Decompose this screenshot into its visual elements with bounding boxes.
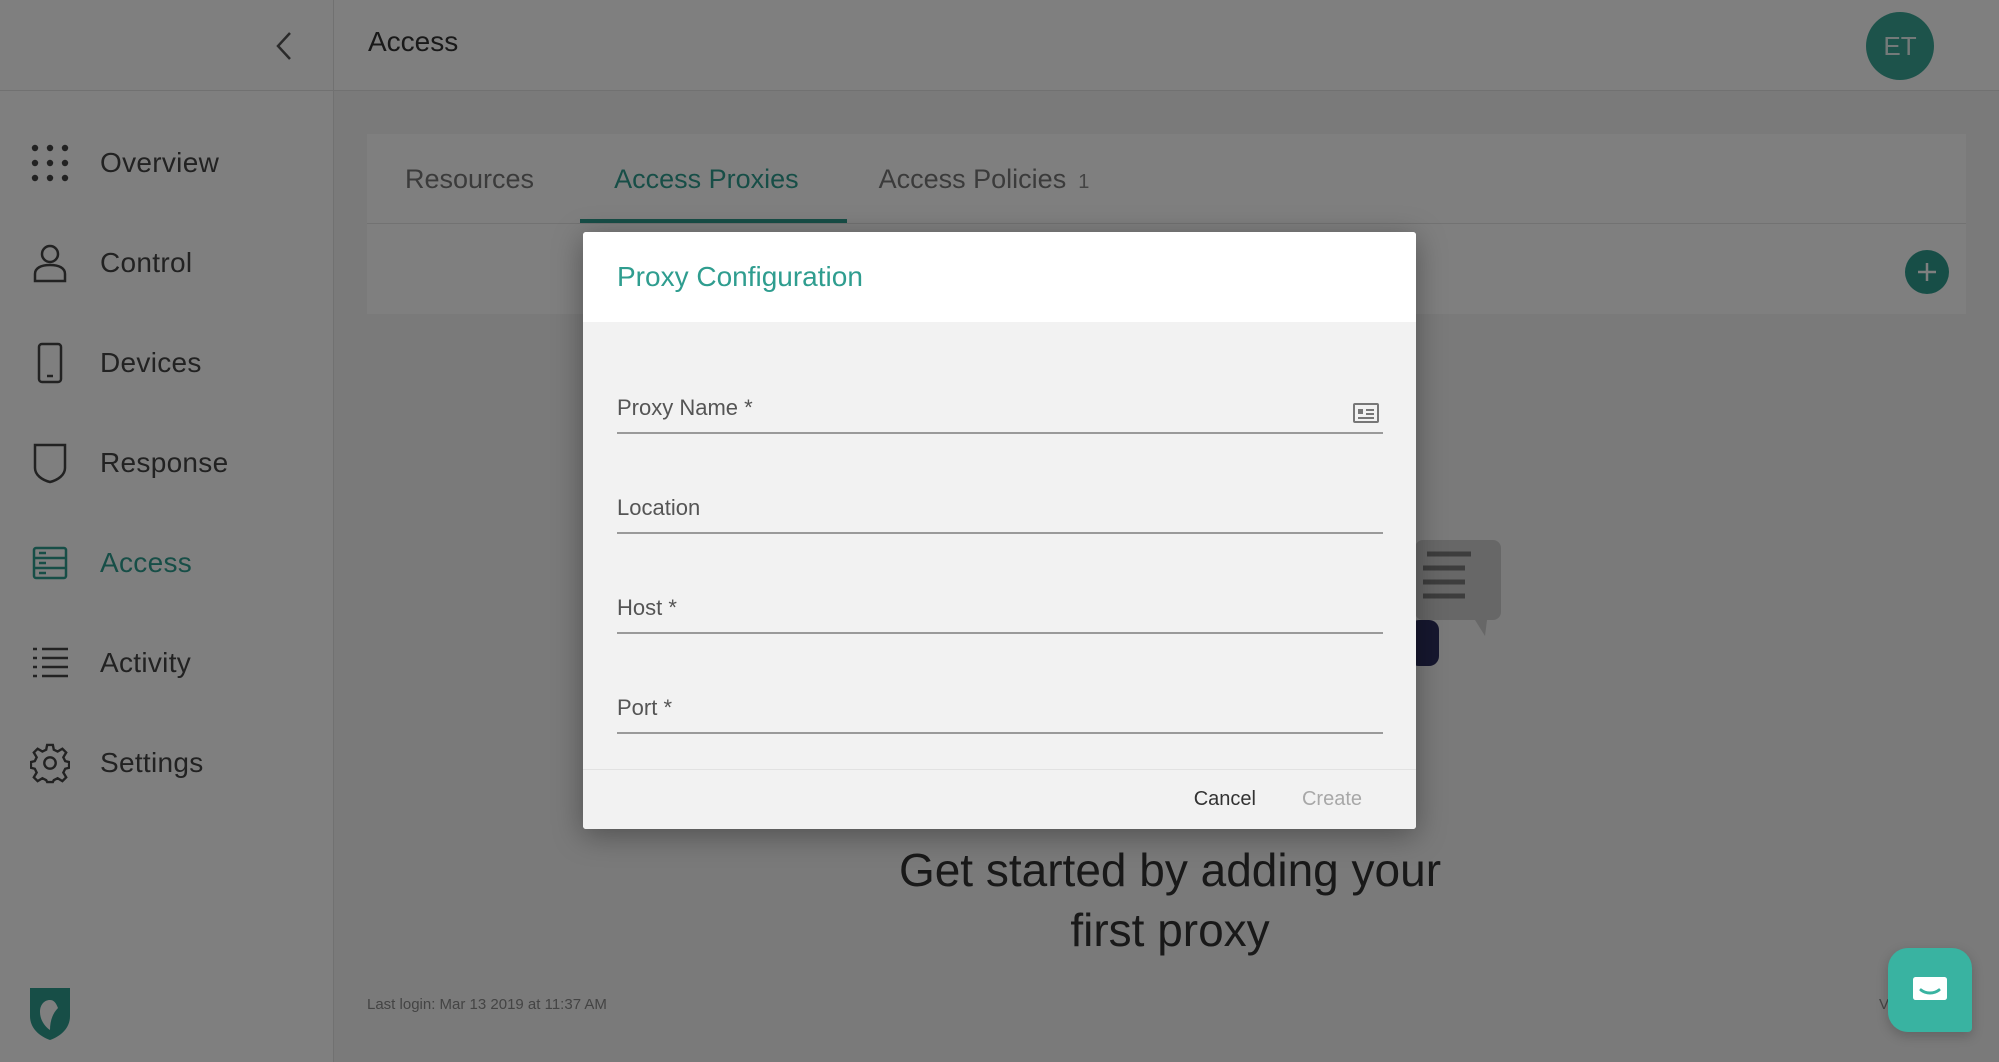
location-field[interactable] — [617, 490, 1383, 526]
port-field-wrapper — [617, 662, 1383, 734]
dialog-header: Proxy Configuration — [583, 232, 1416, 322]
port-field[interactable] — [617, 690, 1383, 726]
location-field-wrapper — [617, 462, 1383, 534]
chat-bubble-icon — [1913, 977, 1947, 1000]
contact-card-icon[interactable] — [1353, 402, 1379, 424]
chat-support-button[interactable] — [1888, 948, 1972, 1032]
host-field[interactable] — [617, 590, 1383, 626]
dialog-footer: Cancel Create — [583, 769, 1416, 829]
host-field-wrapper — [617, 562, 1383, 634]
proxy-name-field[interactable] — [617, 390, 1383, 426]
proxy-configuration-dialog: Proxy Configuration Cancel Create — [583, 232, 1416, 829]
proxy-name-field-wrapper — [617, 362, 1383, 434]
cancel-button[interactable]: Cancel — [1194, 788, 1256, 811]
dialog-body — [583, 322, 1416, 734]
dialog-title: Proxy Configuration — [617, 261, 863, 292]
create-button[interactable]: Create — [1302, 788, 1362, 811]
